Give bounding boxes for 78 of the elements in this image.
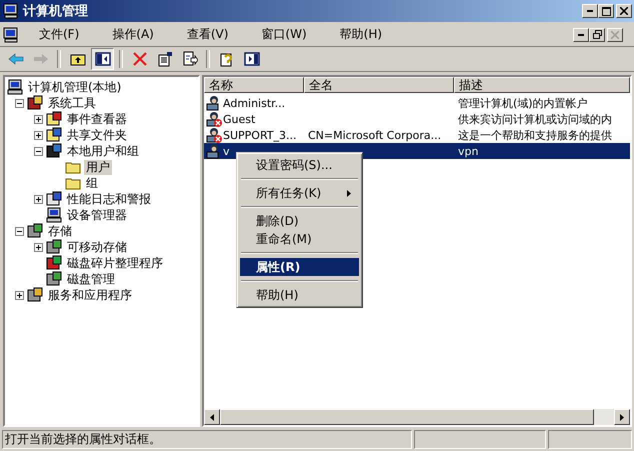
document-icon [156,51,172,67]
tree-item[interactable]: 存储 [46,224,74,238]
expand-toggle[interactable] [34,146,42,156]
panel-icon [94,51,110,67]
expand-toggle[interactable] [34,130,42,140]
computer-icon [3,26,19,42]
export-icon [182,51,198,67]
tree-item[interactable]: 组 [84,176,100,190]
computer-icon [46,207,62,223]
right-triangle-icon [620,414,624,420]
menu-item[interactable]: 文件(F) [31,26,88,43]
context-menu-item[interactable]: 删除(D) [240,212,359,230]
tree-item[interactable]: 服务和应用程序 [46,288,134,302]
minimize-button[interactable] [573,28,589,42]
tree-item[interactable]: 用户 [84,160,112,174]
full-name: CN=Microsoft Corpora... [308,128,442,142]
tree-item[interactable]: 磁盘管理 [65,272,117,286]
tree-item[interactable]: 系统工具 [46,96,98,110]
expand-toggle[interactable] [14,290,24,300]
right-arrow-icon [32,51,48,67]
context-menu-item[interactable]: 所有任务(K) [240,184,359,202]
help-icon [218,51,234,67]
left-triangle-icon [210,414,214,420]
close-button[interactable] [616,4,632,18]
menu-item[interactable]: 操作(A) [104,26,162,43]
menu-item[interactable]: 帮助(H) [332,26,390,43]
description: 管理计算机(域)的内置帐户 [458,96,588,110]
show-tree-button[interactable] [91,48,114,70]
column-header[interactable]: 全名 [304,77,454,93]
tree-item[interactable]: 设备管理器 [65,208,129,222]
computer-icon [3,3,19,19]
menu-item[interactable]: 窗口(W) [253,26,315,43]
maximize-icon [602,6,610,16]
user-row[interactable]: Administr... 管理计算机(域)的内置帐户 [204,95,630,111]
column-header[interactable]: 名称 [204,77,304,93]
expand-toggle[interactable] [14,98,24,108]
expand-toggle[interactable] [14,226,24,236]
expand-toggle[interactable] [34,114,42,124]
user-name: SUPPORT_3... [223,128,297,142]
close-icon [620,7,628,15]
restore-button[interactable] [589,28,605,42]
context-menu-item[interactable]: 设置密码(S)... [240,156,359,174]
close-icon [611,30,619,38]
user-name: Administr... [223,96,286,110]
minimize-icon [587,10,593,12]
context-menu-item[interactable]: 属性(R) [240,258,359,276]
user-name: Guest [223,112,256,126]
maximize-button[interactable] [598,4,614,18]
status-text: 打开当前选择的属性对话框。 [2,430,412,449]
description: 这是一个帮助和支持服务的提供 [458,128,612,142]
tree-item[interactable]: 共享文件夹 [65,128,129,142]
minimize-button[interactable] [582,4,598,18]
scroll-left-button[interactable] [204,409,220,425]
tree-item[interactable]: 事件查看器 [65,112,129,126]
tree-item[interactable]: 可移动存储 [65,240,129,254]
restore-icon [592,30,602,39]
submenu-arrow-icon [347,190,351,196]
expand-toggle[interactable] [34,242,42,252]
close-button[interactable] [607,28,623,42]
tree-item[interactable]: 计算机管理(本地) [26,80,124,94]
column-header[interactable]: 描述 [454,77,630,93]
user-name: v [223,144,230,158]
computer-icon [7,79,23,95]
scroll-right-button[interactable] [614,409,630,425]
tree-item[interactable]: 本地用户和组 [65,144,141,158]
description: vpn [458,144,478,158]
delete-icon [132,51,148,67]
tree-item[interactable]: 性能日志和警报 [65,192,153,206]
context-menu-item[interactable]: 重命名(M) [240,230,359,248]
window-title: 计算机管理 [23,3,88,20]
panel-icon [244,51,260,67]
context-menu-item[interactable]: 帮助(H) [240,286,359,304]
left-arrow-icon [8,51,24,67]
tree-item[interactable]: 磁盘碎片整理程序 [65,256,165,270]
description: 供来宾访问计算机或访问域的内 [458,112,612,126]
expand-toggle[interactable] [34,194,42,204]
menu-item[interactable]: 查看(V) [178,26,236,43]
minimize-icon [578,34,584,36]
